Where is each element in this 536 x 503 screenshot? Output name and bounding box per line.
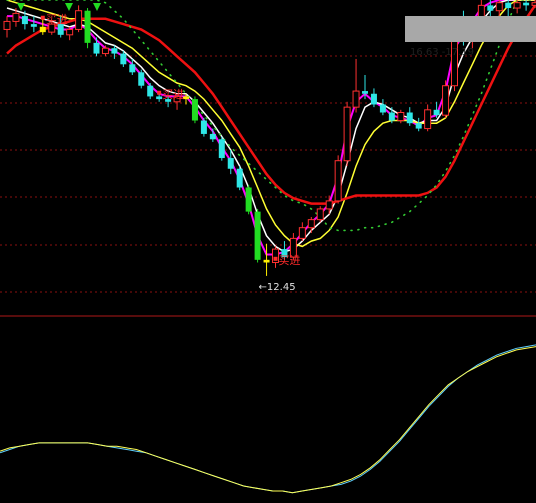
candle-body	[388, 112, 395, 121]
signal-triangle-icon	[65, 3, 73, 11]
buy-signal-label: 买进	[279, 254, 301, 267]
candle-body	[298, 227, 306, 239]
oscillator-line	[0, 344, 536, 494]
buy-signal-dot	[157, 90, 162, 95]
candle-body	[236, 168, 243, 188]
buy-signal-label: 买进	[162, 88, 184, 101]
candle-body	[101, 47, 109, 55]
buy-signal-dot	[40, 15, 45, 20]
candle-body	[531, 2, 536, 6]
low-price-marker: ←12.45	[259, 282, 296, 293]
candle-body	[75, 10, 83, 30]
candle-body	[209, 133, 216, 140]
candle-body	[307, 219, 315, 229]
candle-body	[147, 85, 154, 97]
candle-body	[415, 123, 422, 129]
candle-body	[30, 24, 37, 27]
candle-body	[406, 112, 413, 124]
candle-body	[397, 112, 405, 122]
candle-body	[334, 160, 342, 202]
candle-body	[227, 158, 234, 169]
low-price-label: ←12.45	[259, 282, 296, 293]
candle-body	[424, 109, 432, 130]
candle-body	[442, 85, 450, 116]
candle-body	[254, 211, 261, 260]
candle-body	[84, 10, 91, 43]
candle-body	[495, 2, 503, 12]
oscillator-line	[0, 346, 536, 494]
candle-body	[138, 72, 145, 86]
signal-triangle-icon	[17, 3, 25, 11]
candle-body	[325, 200, 333, 210]
candle-body	[245, 187, 252, 212]
candle-body	[379, 104, 386, 113]
candle-body	[352, 90, 360, 108]
candle-body	[12, 12, 20, 22]
price-range-box: 16.63 -17.19	[405, 16, 536, 58]
candle-body	[487, 5, 494, 11]
price-range-box-bg	[405, 16, 536, 42]
candle-body	[451, 34, 458, 87]
buy-signal-dot	[273, 256, 278, 261]
candle-body	[39, 26, 46, 33]
candle-body	[370, 93, 377, 105]
candle-body	[21, 16, 28, 25]
candle-body	[111, 48, 118, 54]
candle-body	[523, 2, 530, 6]
candle-body	[191, 99, 198, 121]
candle-body	[343, 106, 351, 162]
candle-body	[93, 42, 100, 54]
candle-body	[200, 120, 207, 134]
buy-signal-label: 买进	[46, 13, 68, 26]
candle-body	[120, 53, 127, 65]
candle-body	[433, 109, 440, 116]
candle-body	[362, 91, 368, 94]
candle-body	[218, 139, 225, 159]
candle-body	[513, 2, 521, 9]
price-range-label: 16.63 -17.19	[410, 47, 474, 58]
candle-body	[316, 208, 324, 221]
candle-body	[263, 259, 270, 263]
candle-body	[505, 2, 512, 9]
oscillator-lines	[0, 344, 536, 494]
candle-body	[66, 28, 74, 36]
candle-body	[129, 64, 136, 73]
candle-body	[3, 20, 11, 30]
signal-triangle-icon	[93, 3, 101, 11]
stock-chart: 买进买进买进 16.63 -17.19 ←12.45	[0, 0, 536, 494]
